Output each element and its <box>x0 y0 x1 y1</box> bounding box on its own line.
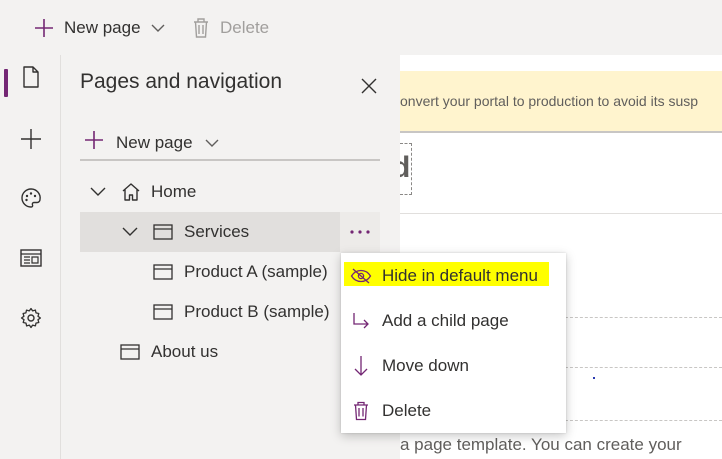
tree-item-services[interactable]: Services <box>80 212 380 252</box>
panel-divider <box>80 159 380 161</box>
arrow-down-icon <box>349 354 373 378</box>
page-heading-fragment: d <box>400 143 412 195</box>
new-page-label: New page <box>64 17 141 37</box>
page-icon <box>22 65 40 93</box>
tree-item-label: Product A (sample) <box>184 262 328 281</box>
menu-item-label: Delete <box>382 400 432 420</box>
menu-item-label: Hide in default menu <box>382 265 538 285</box>
chevron-down-icon[interactable] <box>90 187 106 197</box>
new-page-button[interactable]: New page <box>34 8 165 48</box>
page-icon <box>120 344 140 360</box>
gear-icon <box>20 307 42 334</box>
panel-new-page-button[interactable]: New page <box>84 130 219 155</box>
heading-fragment-text: d <box>400 144 410 192</box>
panel-title: Pages and navigation <box>80 70 282 93</box>
menu-item-add-child-page[interactable]: Add a child page <box>341 298 566 343</box>
rail-templates-button[interactable] <box>0 240 61 280</box>
delete-label: Delete <box>220 17 270 37</box>
trash-icon <box>349 399 373 423</box>
menu-item-label: Move down <box>382 355 469 375</box>
cursor-dot <box>593 377 595 379</box>
section-border <box>560 420 722 421</box>
child-page-icon <box>349 309 373 333</box>
eye-hide-icon <box>349 264 373 288</box>
tree-item-label: About us <box>151 342 219 361</box>
section-border <box>560 317 722 318</box>
section-border <box>560 367 722 368</box>
home-icon <box>121 183 141 201</box>
page-body-text: a page template. You can create your <box>400 435 682 454</box>
delete-button[interactable]: Delete <box>192 8 269 48</box>
notification-banner: onvert your portal to production to avoi… <box>400 71 722 133</box>
plus-icon <box>84 130 104 155</box>
panel-new-page-label: New page <box>116 132 193 152</box>
left-rail <box>0 55 61 459</box>
palette-icon <box>20 187 42 214</box>
page-icon <box>153 264 173 280</box>
trash-icon <box>192 17 210 39</box>
plus-icon <box>20 128 42 155</box>
tree-item-label: Product B (sample) <box>184 302 330 321</box>
rail-themes-button[interactable] <box>0 180 61 220</box>
tree-item-product-a[interactable]: Product A (sample) <box>80 252 380 292</box>
tree-item-product-b[interactable]: Product B (sample) <box>80 292 380 332</box>
rail-pages-button[interactable] <box>0 59 61 99</box>
menu-item-label: Add a child page <box>382 310 509 330</box>
menu-item-delete[interactable]: Delete <box>341 388 566 433</box>
tree-item-label: Services <box>184 222 250 241</box>
menu-item-hide-in-default-menu[interactable]: Hide in default menu <box>341 253 566 298</box>
plus-icon <box>34 18 54 38</box>
tree-item-label: Home <box>151 182 197 201</box>
menu-item-move-down[interactable]: Move down <box>341 343 566 388</box>
divider <box>400 213 722 214</box>
more-options-icon[interactable] <box>340 212 380 252</box>
chevron-down-icon[interactable] <box>122 227 138 237</box>
command-bar: New page Delete <box>0 0 722 55</box>
template-icon <box>19 248 42 272</box>
page-icon <box>153 224 173 240</box>
chevron-down-icon[interactable] <box>151 23 165 33</box>
chevron-down-icon[interactable] <box>205 133 219 153</box>
tree-item-home[interactable]: Home <box>80 172 380 212</box>
context-menu: Hide in default menu Add a child page Mo… <box>341 253 566 433</box>
page-icon <box>153 304 173 320</box>
rail-settings-button[interactable] <box>0 300 61 340</box>
close-icon[interactable] <box>358 75 380 97</box>
tree-item-about-us[interactable]: About us <box>80 332 380 372</box>
rail-add-button[interactable] <box>0 121 61 161</box>
banner-text: onvert your portal to production to avoi… <box>400 93 699 109</box>
